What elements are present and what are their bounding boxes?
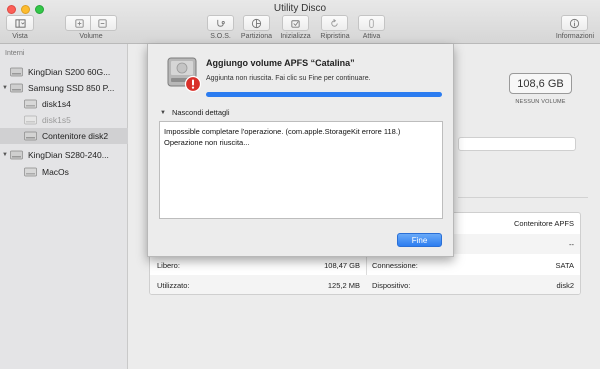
log-line: Impossible completare l'operazione. (com… xyxy=(164,127,401,136)
sidebar-item-label: MacOs xyxy=(42,167,69,177)
mount-icon xyxy=(369,18,374,28)
used-label: Utilizzato: xyxy=(157,280,190,290)
hard-drive-icon xyxy=(10,67,23,78)
hard-drive-error-icon xyxy=(163,54,203,94)
table-row: Libero: 108,47 GB Connessione: SATA xyxy=(150,255,580,275)
view-label: Vista xyxy=(12,33,28,40)
device-value: disk2 xyxy=(556,280,574,290)
erase-label: Inizializza xyxy=(280,33,311,40)
add-volume-sheet: Aggiungo volume APFS “Catalina” Aggiunta… xyxy=(147,44,454,257)
disclosure-triangle-icon: ▼ xyxy=(160,109,166,116)
window-toolbar: Utility Disco Vista Volume S.O.S. Partiz… xyxy=(0,0,600,44)
sidebar-item-label: Samsung SSD 850 P... xyxy=(28,83,115,93)
sidebar-item-label: KingDian S200 60G... xyxy=(28,67,111,77)
sidebar-item-disk1s4[interactable]: disk1s4 xyxy=(0,96,128,112)
hard-drive-icon xyxy=(10,150,23,161)
info-label: Informazioni xyxy=(555,33,595,40)
free-label: Libero: xyxy=(157,260,180,270)
sidebar-item-label: KingDian S280-240... xyxy=(28,150,109,160)
volume-size-box: 108,6 GB xyxy=(509,73,572,94)
sidebar-item-kingdian-s200[interactable]: KingDian S200 60G... xyxy=(0,64,128,80)
partition-button[interactable] xyxy=(243,15,270,31)
erase-button[interactable] xyxy=(282,15,309,31)
details-log[interactable]: Impossible completare l'operazione. (com… xyxy=(159,121,443,219)
table-row: Utilizzato: 125,2 MB Dispositivo: disk2 xyxy=(150,275,580,294)
sidebar-item-label: disk1s4 xyxy=(42,99,71,109)
type-value: Contenitore APFS xyxy=(513,218,574,228)
used-value: 125,2 MB xyxy=(327,280,360,290)
free-value: 108,47 GB xyxy=(324,260,360,270)
volume-icon xyxy=(24,167,37,178)
window-title: Utility Disco xyxy=(273,3,327,14)
segment-divider xyxy=(90,15,91,31)
volume-icon xyxy=(24,99,37,110)
volume-size-caption: NESSUN VOLUME xyxy=(515,99,566,105)
volume-label: Volume xyxy=(79,33,103,40)
disclosure-triangle-icon[interactable]: ▼ xyxy=(0,152,10,158)
first-aid-button[interactable] xyxy=(207,15,234,31)
sheet-title: Aggiungo volume APFS “Catalina” xyxy=(206,58,355,68)
add-volume-icon xyxy=(75,18,84,28)
view-button[interactable] xyxy=(6,15,34,31)
hide-details-toggle[interactable]: ▼ Nascondi dettagli xyxy=(160,108,230,117)
log-line: Operazione non riuscita... xyxy=(164,138,250,147)
progress-bar xyxy=(206,92,442,97)
sidebar-item-container-disk2[interactable]: Contenitore disk2 xyxy=(0,128,128,144)
info-button[interactable] xyxy=(561,15,588,31)
connection-value: SATA xyxy=(555,260,574,270)
first-aid-label: S.O.S. xyxy=(210,33,231,40)
info-icon xyxy=(569,18,580,28)
volume-segmented-control[interactable] xyxy=(65,15,117,31)
restore-icon xyxy=(331,18,338,27)
erase-icon xyxy=(291,19,300,28)
connection-label: Connessione: xyxy=(372,260,418,270)
sidebar-item-macos[interactable]: MacOs xyxy=(0,164,128,180)
sidebar: Interni KingDian S200 60G... ▼ Samsung S… xyxy=(0,44,128,369)
sidebar-item-label: disk1s5 xyxy=(42,115,71,125)
mount-label: Attiva xyxy=(362,33,381,40)
sidebar-item-disk1s5[interactable]: disk1s5 xyxy=(0,112,128,128)
partition-label: Partiziona xyxy=(240,33,273,40)
owners-value: -- xyxy=(569,239,574,249)
done-button[interactable]: Fine xyxy=(397,233,442,247)
hard-drive-icon xyxy=(10,83,23,94)
sidebar-item-samsung-ssd[interactable]: ▼ Samsung SSD 850 P... xyxy=(0,80,128,96)
partition-icon xyxy=(251,18,262,28)
volume-icon xyxy=(24,115,37,126)
sidebar-item-label: Contenitore disk2 xyxy=(42,131,109,141)
restore-button[interactable] xyxy=(321,15,348,31)
device-label: Dispositivo: xyxy=(372,280,411,290)
divider xyxy=(458,197,588,198)
stethoscope-icon xyxy=(217,19,225,27)
sidebar-view-icon xyxy=(14,18,26,28)
mount-button[interactable] xyxy=(358,15,385,31)
disclosure-triangle-icon[interactable]: ▼ xyxy=(0,85,10,91)
sheet-subtitle: Aggiunta non riuscita. Fai clic su Fine … xyxy=(206,75,371,82)
sidebar-section-internal: Interni xyxy=(5,50,25,57)
container-icon xyxy=(24,131,37,142)
remove-volume-icon xyxy=(98,18,107,28)
restore-label: Ripristina xyxy=(320,33,350,40)
sidebar-item-kingdian-s280[interactable]: ▼ KingDian S280-240... xyxy=(0,147,128,163)
usage-bar xyxy=(458,137,576,151)
hide-details-label: Nascondi dettagli xyxy=(171,108,230,117)
